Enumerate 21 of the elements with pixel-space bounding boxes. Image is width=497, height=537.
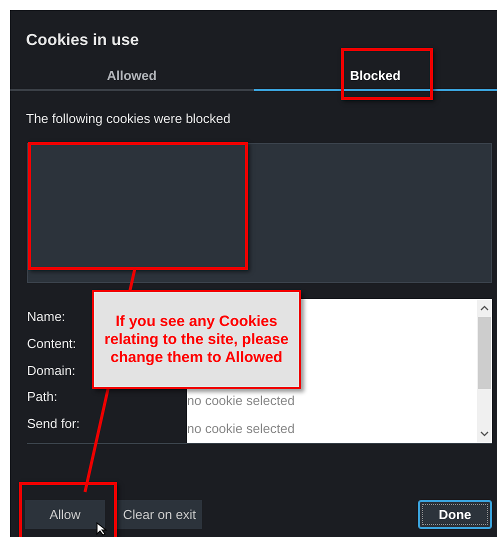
tab[interactable]: Blocked	[254, 58, 497, 91]
chevron-up-icon[interactable]	[480, 305, 489, 311]
info-text: The following cookies were blocked	[25, 110, 232, 127]
field-value: no cookie selected	[187, 421, 295, 436]
dialog-button[interactable]: Clear on exit	[117, 500, 202, 529]
scrollbar[interactable]	[477, 299, 492, 443]
dialog-button[interactable]: Done	[418, 500, 492, 529]
field-label: Send for:	[27, 416, 80, 434]
field-label: Domain:	[27, 362, 76, 380]
field-value: no cookie selected	[187, 392, 295, 408]
cursor-icon	[96, 522, 108, 536]
tab[interactable]: Allowed	[10, 58, 254, 91]
chevron-down-icon[interactable]	[480, 431, 489, 437]
cookie-list[interactable]	[27, 143, 492, 283]
field-label: Name:	[27, 309, 66, 326]
dialog-button[interactable]: Allow	[25, 500, 105, 529]
field-label: Content:	[27, 336, 76, 353]
callout-text: If you see any Cookies relating to the site, please change them to Allowed	[92, 290, 301, 389]
scrollbar-thumb[interactable]	[478, 317, 491, 389]
dialog-title: Cookies in use	[25, 31, 140, 51]
field-label: Path:	[27, 389, 58, 406]
